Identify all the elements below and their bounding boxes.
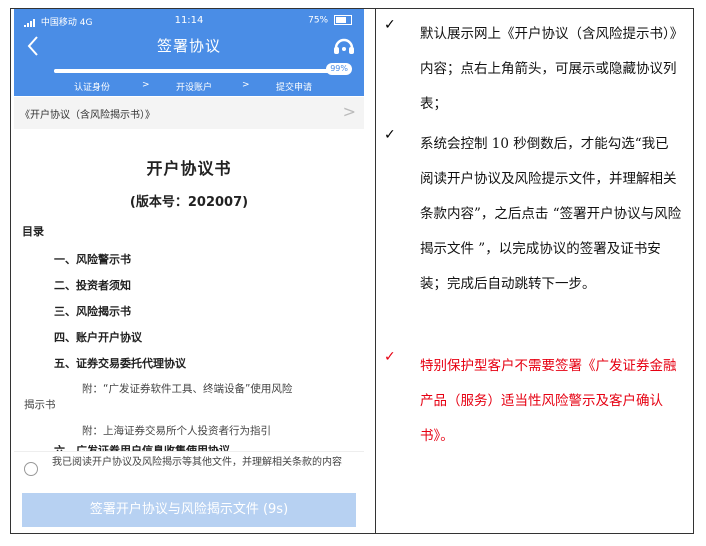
contract-selector-label: 《开户协议（含风险揭示书）》 (20, 110, 155, 121)
checkmark-icon: ✓ (384, 127, 396, 143)
toc-item: 一、风险警示书 (54, 253, 131, 266)
step-separator: > (142, 80, 150, 90)
note-2: ✓ 系统会控制 10 秒倒数后，才能勾选“我已阅读开户协议及风险提示文件，并理解… (376, 127, 694, 347)
toc-item: 三、风险揭示书 (54, 305, 131, 318)
sign-button[interactable]: 签署开户协议与风险揭示文件 (9s) (22, 493, 356, 527)
note-text: 系统会控制 10 秒倒数后，才能勾选“我已阅读开户协议及风险提示文件，并理解相关… (420, 136, 682, 292)
step-3: 提交申请 (276, 83, 313, 93)
phone-screenshot: 中国移动 4G 11:14 75% 签署协议 99% 认证身份 > 开设账户 >… (14, 9, 364, 531)
note-text: 特别保护型客户不需要签署《广发证券金融产品（服务）适当性风险警示及客户确认书》。 (420, 358, 677, 444)
toc-item: 二、投资者须知 (54, 279, 131, 292)
toc-item: 四、账户开户协议 (54, 331, 142, 344)
note-text: 默认展示网上《开户协议（含风险提示书）》内容；点右上角箭头，可展示或隐藏协议列表… (420, 26, 677, 112)
app-header: 中国移动 4G 11:14 75% 签署协议 99% 认证身份 > 开设账户 >… (14, 9, 364, 96)
document-title: 开户协议书 (146, 159, 232, 178)
contract-selector[interactable]: 《开户协议（含风险揭示书）》 > (14, 97, 364, 129)
progress-bar: 99% (54, 63, 352, 77)
notes-column: ✓ 默认展示网上《开户协议（含风险提示书）》内容；点右上角箭头，可展示或隐藏协议… (376, 9, 694, 529)
step-2: 开设账户 (176, 83, 213, 93)
step-1: 认证身份 (74, 83, 111, 93)
toc-subitem: 揭示书 (24, 399, 56, 411)
step-indicator: 认证身份 > 开设账户 > 提交申请 (14, 80, 364, 94)
agreement-document: 开户协议书 (版本号：202007) 目录 一、风险警示书 二、投资者须知 三、… (14, 129, 364, 451)
agree-radio[interactable] (24, 462, 38, 476)
toc-item: 五、证券交易委托代理协议 (54, 357, 186, 370)
toc-subitem: 附：上海证券交易所个人投资者行为指引 (82, 425, 271, 437)
note-1: ✓ 默认展示网上《开户协议（含风险提示书）》内容；点右上角箭头，可展示或隐藏协议… (376, 17, 694, 127)
nav-row: 签署协议 (14, 31, 364, 61)
status-bar: 中国移动 4G 11:14 75% (14, 13, 364, 29)
document-version: (版本号：202007) (129, 195, 249, 210)
toc-heading: 目录 (22, 225, 44, 238)
checkmark-icon: ✓ (384, 349, 396, 365)
progress-fill (54, 69, 340, 73)
agree-label: 我已阅读开户协议及风险揭示等其他文件，并理解相关条款的内容 (52, 457, 342, 468)
chevron-right-icon[interactable]: > (343, 102, 356, 121)
battery-percent: 75% (308, 15, 329, 26)
note-3: ✓ 特别保护型客户不需要签署《广发证券金融产品（服务）适当性风险警示及客户确认书… (376, 349, 694, 459)
page-title: 签署协议 (156, 37, 221, 55)
battery-icon (334, 15, 352, 25)
progress-percent: 99% (326, 63, 352, 75)
headset-icon[interactable] (332, 35, 356, 57)
toc-subitem: 附：“广发证券软件工具、终端设备”使用风险 (82, 383, 293, 395)
checkmark-icon: ✓ (384, 17, 396, 33)
step-separator: > (242, 80, 250, 90)
agreement-checkbox-row[interactable]: 我已阅读开户协议及风险揭示等其他文件，并理解相关条款的内容 (14, 451, 364, 492)
